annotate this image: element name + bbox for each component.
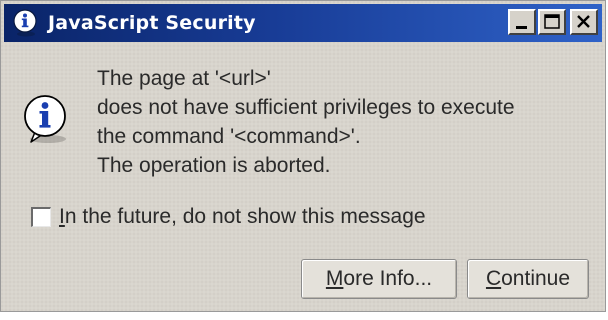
dont-show-again-row[interactable]: In the future, do not show this message xyxy=(31,204,426,230)
close-icon xyxy=(577,15,590,28)
button-label: ore Info... xyxy=(343,267,433,290)
maximize-button[interactable] xyxy=(538,9,566,35)
minimize-icon xyxy=(516,26,527,29)
info-icon xyxy=(24,95,66,143)
info-icon xyxy=(13,9,37,37)
title-bar[interactable]: JavaScript Security xyxy=(4,4,602,42)
mnemonic-letter: C xyxy=(485,267,502,290)
mnemonic-letter: M xyxy=(325,267,344,290)
continue-button[interactable]: Continue xyxy=(467,259,589,299)
maximize-icon xyxy=(544,14,560,29)
message-line: The page at '<url>' xyxy=(97,67,271,90)
message-line: does not have sufficient privileges to e… xyxy=(97,96,515,119)
javascript-security-dialog: JavaScript Security The page at '<url>' … xyxy=(0,0,606,312)
minimize-button[interactable] xyxy=(508,9,536,35)
message-line: the command '<command>'. xyxy=(97,125,361,148)
dont-show-again-checkbox[interactable] xyxy=(31,207,51,227)
message-line: The operation is aborted. xyxy=(97,154,331,177)
more-info-button[interactable]: More Info... xyxy=(301,259,457,299)
dont-show-again-label[interactable]: In the future, do not show this message xyxy=(59,204,426,230)
message-text: The page at '<url>' does not have suffic… xyxy=(97,64,607,180)
label-text: n the future, do not show this message xyxy=(64,205,426,228)
button-label: ontinue xyxy=(501,267,571,290)
close-button[interactable] xyxy=(570,9,598,35)
window-title: JavaScript Security xyxy=(48,12,256,34)
